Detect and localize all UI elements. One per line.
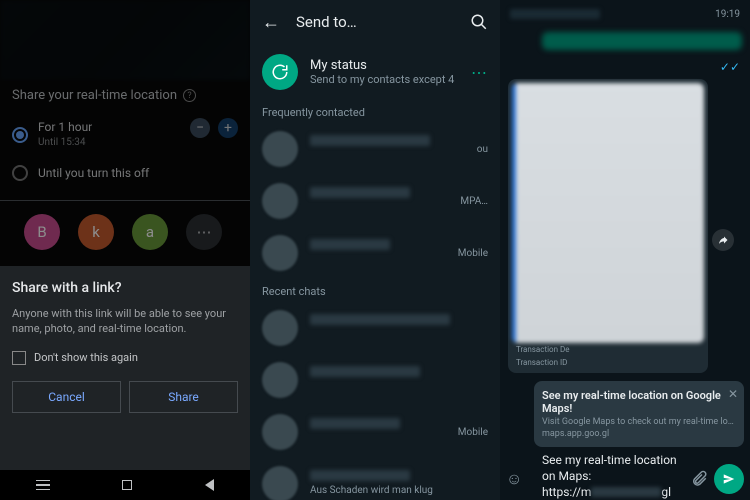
- whatsapp-send-to-panel: ← Send to… My status Send to my contacts…: [250, 0, 500, 500]
- contact-name-blurred: [310, 135, 430, 146]
- sheet-button-row: Cancel Share: [12, 381, 238, 413]
- avatar: [262, 310, 298, 346]
- contact-sub: Mobile: [458, 427, 488, 438]
- avatar[interactable]: k: [78, 214, 114, 250]
- minus-button[interactable]: −: [190, 118, 210, 138]
- contact-sub: MPA…: [460, 196, 488, 207]
- avatar: [262, 131, 298, 167]
- divider: [0, 200, 250, 201]
- image-caption: Transaction ID: [512, 356, 704, 369]
- nav-back-icon[interactable]: [205, 479, 214, 491]
- chat-area[interactable]: ✓✓ Transaction De Transaction ID ✕ See m…: [500, 28, 750, 500]
- contact-name-blurred: [310, 187, 410, 198]
- avatar[interactable]: B: [24, 214, 60, 250]
- contact-row[interactable]: [250, 302, 500, 354]
- image-caption: Transaction De: [512, 343, 704, 356]
- forward-icon[interactable]: [712, 229, 734, 251]
- link-subtitle: Visit Google Maps to check out my real-t…: [542, 417, 736, 427]
- link-preview-card[interactable]: ✕ See my real-time location on Google Ma…: [534, 381, 744, 447]
- share-target-avatars: B k a ⋯: [24, 214, 222, 250]
- contact-row[interactable]: Mobile: [250, 406, 500, 458]
- chat-topline: 19:19: [500, 0, 750, 28]
- emoji-icon[interactable]: ☺: [506, 469, 522, 489]
- status-more-icon[interactable]: ⋯: [471, 63, 488, 82]
- sheet-title: Share with a link?: [12, 280, 238, 296]
- android-navbar: [0, 470, 250, 500]
- contact-row[interactable]: Aus Schaden wird man klug: [250, 458, 500, 500]
- link-title: See my real-time location on Google Maps…: [542, 389, 736, 415]
- duration-adjust: − +: [190, 118, 238, 138]
- close-icon[interactable]: ✕: [728, 387, 738, 401]
- msg-timestamp: 19:19: [715, 9, 740, 20]
- contact-name-blurred: [310, 366, 420, 377]
- contact-name-blurred: [310, 470, 410, 481]
- avatar: [262, 362, 298, 398]
- section-recent-chats: Recent chats: [250, 279, 500, 302]
- contact-row[interactable]: [250, 354, 500, 406]
- contact-row[interactable]: ou: [250, 123, 500, 175]
- option-label: For 1 hour Until 15:34: [38, 120, 92, 149]
- attach-icon[interactable]: [690, 470, 708, 488]
- search-icon[interactable]: [470, 13, 488, 31]
- plus-button[interactable]: +: [218, 118, 238, 138]
- contact-sub: Aus Schaden wird man klug: [310, 485, 488, 496]
- more-avatar-button[interactable]: ⋯: [186, 214, 222, 250]
- nav-recents-icon[interactable]: [36, 480, 50, 491]
- status-text: My status Send to my contacts except 4: [310, 58, 459, 86]
- send-to-header: ← Send to…: [250, 0, 500, 44]
- sender-blurred: [510, 9, 600, 19]
- avatar: [262, 235, 298, 271]
- avatar: [262, 466, 298, 500]
- page-title: Send to…: [296, 13, 454, 31]
- read-ticks-icon: ✓✓: [720, 60, 740, 74]
- sheet-body: Anyone with this link will be able to se…: [12, 306, 238, 337]
- contact-sub: Mobile: [458, 248, 488, 259]
- share-header: Share your real-time location ?: [12, 88, 196, 103]
- maps-share-panel: Share your real-time location ? For 1 ho…: [0, 0, 250, 500]
- avatar: [262, 414, 298, 450]
- contact-name-blurred: [310, 418, 400, 429]
- contact-row[interactable]: MPA…: [250, 175, 500, 227]
- share-header-text: Share your real-time location: [12, 88, 177, 103]
- whatsapp-chat-panel: 19:19 ✓✓ Transaction De Transaction ID ✕…: [500, 0, 750, 500]
- contact-row[interactable]: Mobile: [250, 227, 500, 279]
- help-icon[interactable]: ?: [183, 89, 196, 102]
- contact-sub: ou: [477, 144, 488, 155]
- back-icon[interactable]: ←: [262, 12, 280, 33]
- section-frequently-contacted: Frequently contacted: [250, 100, 500, 123]
- image-thumbnail[interactable]: [512, 83, 704, 343]
- contact-name-blurred: [310, 239, 390, 250]
- avatar[interactable]: a: [132, 214, 168, 250]
- option-label: Until you turn this off: [38, 166, 149, 180]
- incoming-image-msg[interactable]: Transaction De Transaction ID: [508, 79, 708, 373]
- checkbox-label: Don't show this again: [34, 351, 138, 364]
- radio-selected-icon: [12, 127, 28, 143]
- status-refresh-icon: [262, 54, 298, 90]
- contact-name-blurred: [310, 314, 450, 325]
- confirm-share-sheet: Share with a link? Anyone with this link…: [0, 266, 250, 500]
- duration-option-until-off[interactable]: Until you turn this off: [12, 165, 238, 181]
- avatar: [262, 183, 298, 219]
- outgoing-msg-blurred[interactable]: [542, 32, 742, 50]
- nav-home-icon[interactable]: [122, 480, 132, 490]
- radio-unselected-icon: [12, 165, 28, 181]
- chat-input-row: ☺: [506, 464, 744, 494]
- my-status-row[interactable]: My status Send to my contacts except 4 ⋯: [250, 44, 500, 100]
- send-button[interactable]: [714, 464, 744, 494]
- share-button[interactable]: Share: [129, 381, 238, 413]
- checkbox-icon: [12, 351, 26, 365]
- status-title: My status: [310, 58, 459, 73]
- link-domain: maps.app.goo.gl: [542, 429, 736, 439]
- cancel-button[interactable]: Cancel: [12, 381, 121, 413]
- status-subtitle: Send to my contacts except 4: [310, 73, 459, 86]
- dont-show-again-checkbox[interactable]: Don't show this again: [12, 351, 238, 365]
